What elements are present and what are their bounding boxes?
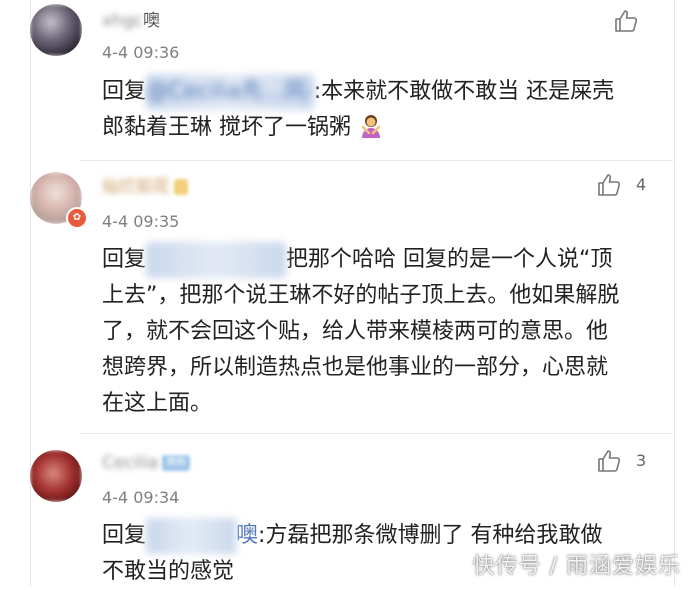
timestamp: 4-4 09:35 (102, 212, 180, 231)
comment-text: 回复@Cecilia先...风-:本来就不敢做不敢当 还是屎壳郎黏着王琳 搅坏了… (102, 74, 622, 146)
thumbs-up-icon (598, 174, 621, 196)
username[interactable]: 灿烂如花 (102, 176, 189, 198)
person-gesturing-no-icon (358, 113, 384, 139)
divider (80, 433, 673, 434)
timestamp: 4-4 09:36 (102, 43, 180, 62)
mention-link[interactable]: @Cecilia先...风- (146, 74, 314, 110)
like-count: 3 (636, 451, 647, 470)
timestamp: 4-4 09:34 (102, 488, 180, 507)
thumbs-up-icon (598, 450, 621, 472)
mention-link[interactable] (146, 518, 237, 554)
avatar[interactable] (30, 4, 82, 56)
fan-badge: 铁粉 (162, 455, 191, 471)
like-count: 4 (636, 175, 647, 194)
thumbs-up-icon (615, 10, 638, 32)
mention-link[interactable] (146, 242, 287, 278)
fan-badge (174, 179, 189, 195)
avatar[interactable] (30, 450, 82, 502)
vip-badge-icon: ✿ (66, 207, 88, 229)
like-button[interactable]: 4 (596, 172, 666, 202)
like-button[interactable] (613, 8, 683, 38)
comment-text: 回复 把那个哈哈 回复的是一个人说“顶上去”，把那个说王琳不好的帖子顶上去。他如… (102, 242, 622, 422)
divider (80, 160, 673, 161)
username[interactable]: xhgc噢 (102, 10, 160, 32)
watermark: 快传号 / 雨涵爱娱乐 (472, 554, 681, 579)
username[interactable]: Cecilia 铁粉 (102, 452, 191, 474)
like-button[interactable]: 3 (596, 448, 666, 478)
